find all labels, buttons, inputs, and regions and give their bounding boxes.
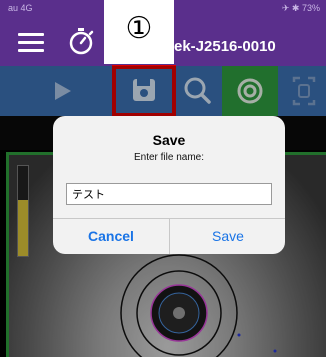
filename-input[interactable] [66,183,272,205]
dialog-title: Save [152,132,186,148]
dialog-message: Enter file name: [133,152,205,163]
cancel-button[interactable]: Cancel [53,219,169,254]
page-title: ek-J2516-0010 [174,38,276,55]
menu-icon[interactable] [18,33,44,53]
save-dialog: Save Enter file name: Cancel Save [53,116,285,254]
step-callout: ① [104,0,174,64]
carrier-label: au 4G [8,3,33,13]
timer-icon[interactable] [66,26,96,56]
battery-status: ✈ ✱ 73% [281,3,320,13]
step-number: ① [125,11,153,46]
save-button[interactable]: Save [170,219,285,254]
